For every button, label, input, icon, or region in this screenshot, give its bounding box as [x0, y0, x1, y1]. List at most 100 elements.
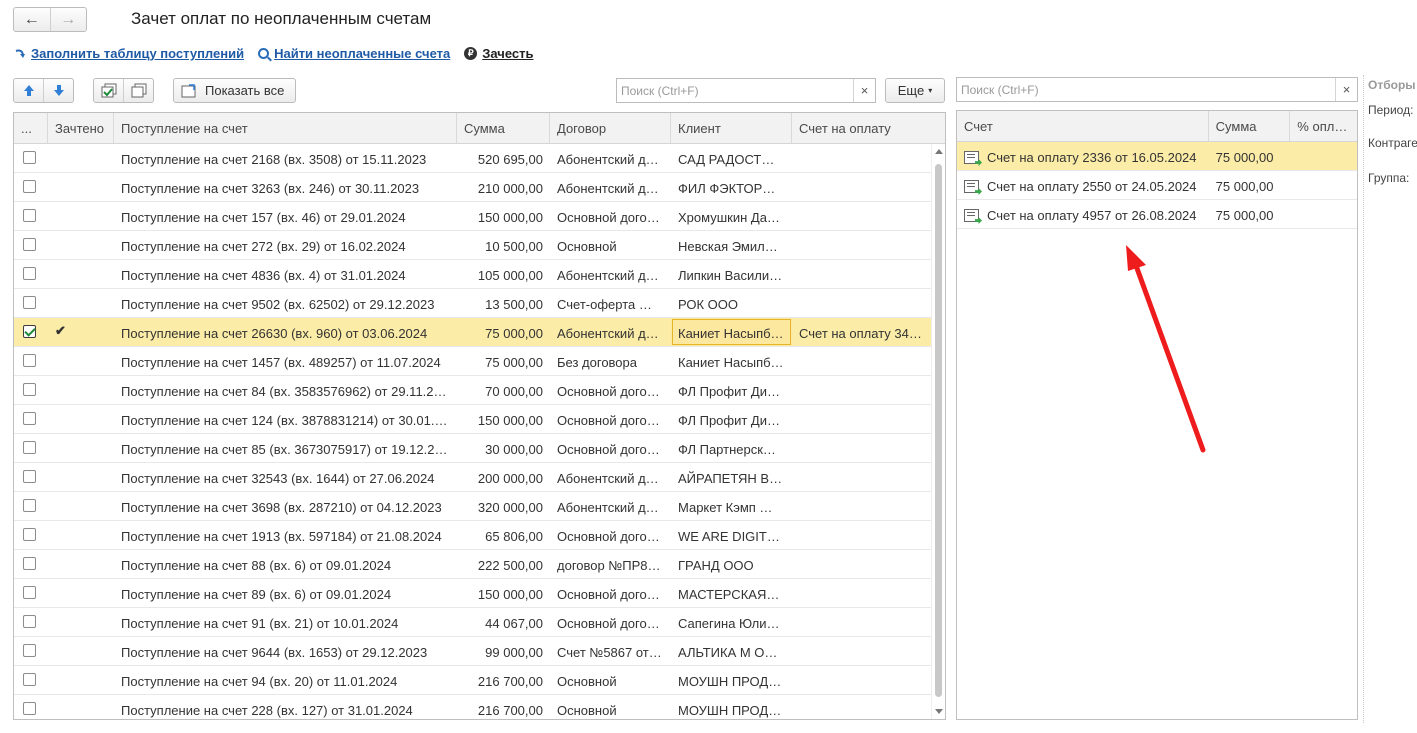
uncheck-all-button[interactable]	[123, 79, 153, 102]
check-all-icon	[101, 83, 116, 98]
row-client: Каниет Насыпб…	[678, 355, 784, 370]
annotation-arrow	[1126, 245, 1206, 453]
checkbox[interactable]	[23, 644, 36, 657]
table-row[interactable]: Поступление на счет 3698 (вх. 287210) от…	[14, 492, 945, 521]
table-row[interactable]: Поступление на счет 1457 (вх. 489257) от…	[14, 347, 945, 376]
row-receipt: Поступление на счет 88 (вх. 6) от 09.01.…	[121, 558, 392, 573]
table-row[interactable]: Поступление на счет 9502 (вх. 62502) от …	[14, 289, 945, 318]
checkbox[interactable]	[23, 557, 36, 570]
back-button[interactable]: ←	[14, 8, 50, 31]
checkbox[interactable]	[23, 180, 36, 193]
table-row[interactable]: Счет на оплату 2550 от 24.05.2024 75 000,…	[957, 171, 1357, 200]
right-search-field[interactable]: Поиск (Ctrl+F) ×	[956, 77, 1358, 102]
checkbox[interactable]	[23, 615, 36, 628]
show-all-button[interactable]: Показать все	[173, 78, 296, 103]
checkbox[interactable]	[23, 296, 36, 309]
offset-label: Зачесть	[482, 46, 534, 61]
checkbox[interactable]	[23, 209, 36, 222]
table-row[interactable]: Поступление на счет 228 (вх. 127) от 31.…	[14, 695, 945, 719]
invoice-label: Счет на оплату 4957 от 26.08.2024	[987, 208, 1197, 223]
row-contract: договор №ПР8…	[557, 558, 661, 573]
checkbox[interactable]	[23, 528, 36, 541]
table-row[interactable]: Поступление на счет 272 (вх. 29) от 16.0…	[14, 231, 945, 260]
check-all-button[interactable]	[94, 79, 123, 102]
table-row[interactable]: Поступление на счет 1913 (вх. 597184) от…	[14, 521, 945, 550]
table-row[interactable]: Поступление на счет 3263 (вх. 246) от 30…	[14, 173, 945, 202]
left-search-field[interactable]: Поиск (Ctrl+F) ×	[616, 78, 876, 103]
col-contract[interactable]: Договор	[550, 113, 671, 143]
col-sum[interactable]: Сумма	[1209, 111, 1291, 141]
checkbox[interactable]	[23, 383, 36, 396]
table-row[interactable]: Поступление на счет 84 (вх. 3583576962) …	[14, 376, 945, 405]
row-sum: 150 000,00	[477, 210, 543, 225]
scroll-up-icon[interactable]	[935, 149, 943, 154]
table-row[interactable]: Поступление на счет 124 (вх. 3878831214)…	[14, 405, 945, 434]
table-row[interactable]: Поступление на счет 9644 (вх. 1653) от 2…	[14, 637, 945, 666]
scroll-thumb[interactable]	[935, 164, 942, 697]
row-checkbox	[14, 579, 48, 607]
row-checkbox	[14, 608, 48, 636]
table-row[interactable]: Поступление на счет 2168 (вх. 3508) от 1…	[14, 144, 945, 173]
checkbox[interactable]	[23, 412, 36, 425]
row-client: АЙРАПЕТЯН В…	[678, 471, 783, 486]
forward-button[interactable]: →	[49, 8, 87, 31]
checkbox[interactable]	[23, 673, 36, 686]
table-row[interactable]: Поступление на счет 157 (вх. 46) от 29.0…	[14, 202, 945, 231]
table-row[interactable]: ✔ Поступление на счет 26630 (вх. 960) от …	[14, 318, 945, 347]
checkbox[interactable]	[23, 499, 36, 512]
clear-icon[interactable]: ×	[853, 79, 875, 102]
table-row[interactable]: Поступление на счет 4836 (вх. 4) от 31.0…	[14, 260, 945, 289]
row-sum: 150 000,00	[477, 587, 543, 602]
col-paid-percent[interactable]: % опл…	[1290, 111, 1357, 141]
row-client: ФЛ Профит Ди…	[678, 384, 780, 399]
checkbox[interactable]	[23, 354, 36, 367]
row-sum: 216 700,00	[477, 674, 543, 689]
table-row[interactable]: Счет на оплату 2336 от 16.05.2024 75 000,…	[957, 142, 1357, 171]
checkbox[interactable]	[23, 702, 36, 715]
table-row[interactable]: Поступление на счет 91 (вх. 21) от 10.01…	[14, 608, 945, 637]
more-button[interactable]: Еще ▾	[885, 78, 945, 103]
col-receipt[interactable]: Поступление на счет	[114, 113, 457, 143]
checkbox[interactable]	[23, 325, 36, 338]
row-client: АЛЬТИКА М О…	[678, 645, 778, 660]
checkbox[interactable]	[23, 441, 36, 454]
col-client[interactable]: Клиент	[671, 113, 792, 143]
row-sum: 520 695,00	[477, 152, 543, 167]
find-unpaid-command[interactable]: Найти неоплаченные счета	[258, 46, 450, 61]
vertical-scrollbar[interactable]	[931, 144, 945, 719]
row-contract: Основной дого…	[557, 587, 660, 602]
fill-arrow-icon	[15, 49, 25, 58]
row-invoice: Счет на оплату 2550 от 24.05.2024	[957, 171, 1209, 199]
row-sum: 70 000,00	[485, 384, 543, 399]
col-invoice[interactable]: Счет	[957, 111, 1209, 141]
row-contract: Абонентский д…	[557, 471, 659, 486]
row-client: ФЛ Профит Ди…	[678, 413, 780, 428]
clear-icon[interactable]: ×	[1335, 78, 1357, 101]
table-row[interactable]: Поступление на счет 94 (вх. 20) от 11.01…	[14, 666, 945, 695]
table-row[interactable]: Поступление на счет 32543 (вх. 1644) от …	[14, 463, 945, 492]
table-row[interactable]: Поступление на счет 88 (вх. 6) от 09.01.…	[14, 550, 945, 579]
row-client: ФИЛ ФЭКТОР…	[678, 181, 776, 196]
table-row[interactable]: Поступление на счет 89 (вх. 6) от 09.01.…	[14, 579, 945, 608]
table-row[interactable]: Поступление на счет 85 (вх. 3673075917) …	[14, 434, 945, 463]
col-offset[interactable]: Зачтено	[48, 113, 114, 143]
arrow-down-icon	[53, 85, 64, 96]
col-sum[interactable]: Сумма	[457, 113, 550, 143]
table-row[interactable]: Счет на оплату 4957 от 26.08.2024 75 000,…	[957, 200, 1357, 229]
move-down-button[interactable]	[43, 79, 73, 102]
move-up-button[interactable]	[14, 79, 43, 102]
navigation-buttons: ← →	[13, 7, 87, 32]
checkbox[interactable]	[23, 267, 36, 280]
col-select[interactable]: ...	[14, 113, 48, 143]
row-invoice	[792, 260, 933, 288]
checkbox[interactable]	[23, 151, 36, 164]
scroll-down-icon[interactable]	[935, 709, 943, 714]
col-invoice[interactable]: Счет на оплату	[792, 113, 933, 143]
checkbox[interactable]	[23, 586, 36, 599]
checkbox[interactable]	[23, 238, 36, 251]
receipts-table[interactable]: ... Зачтено Поступление на счет Сумма До…	[13, 112, 946, 720]
checkbox[interactable]	[23, 470, 36, 483]
row-invoice	[792, 202, 933, 230]
offset-command[interactable]: ₽ Зачесть	[464, 46, 533, 61]
fill-table-command[interactable]: Заполнить таблицу поступлений	[14, 46, 244, 61]
